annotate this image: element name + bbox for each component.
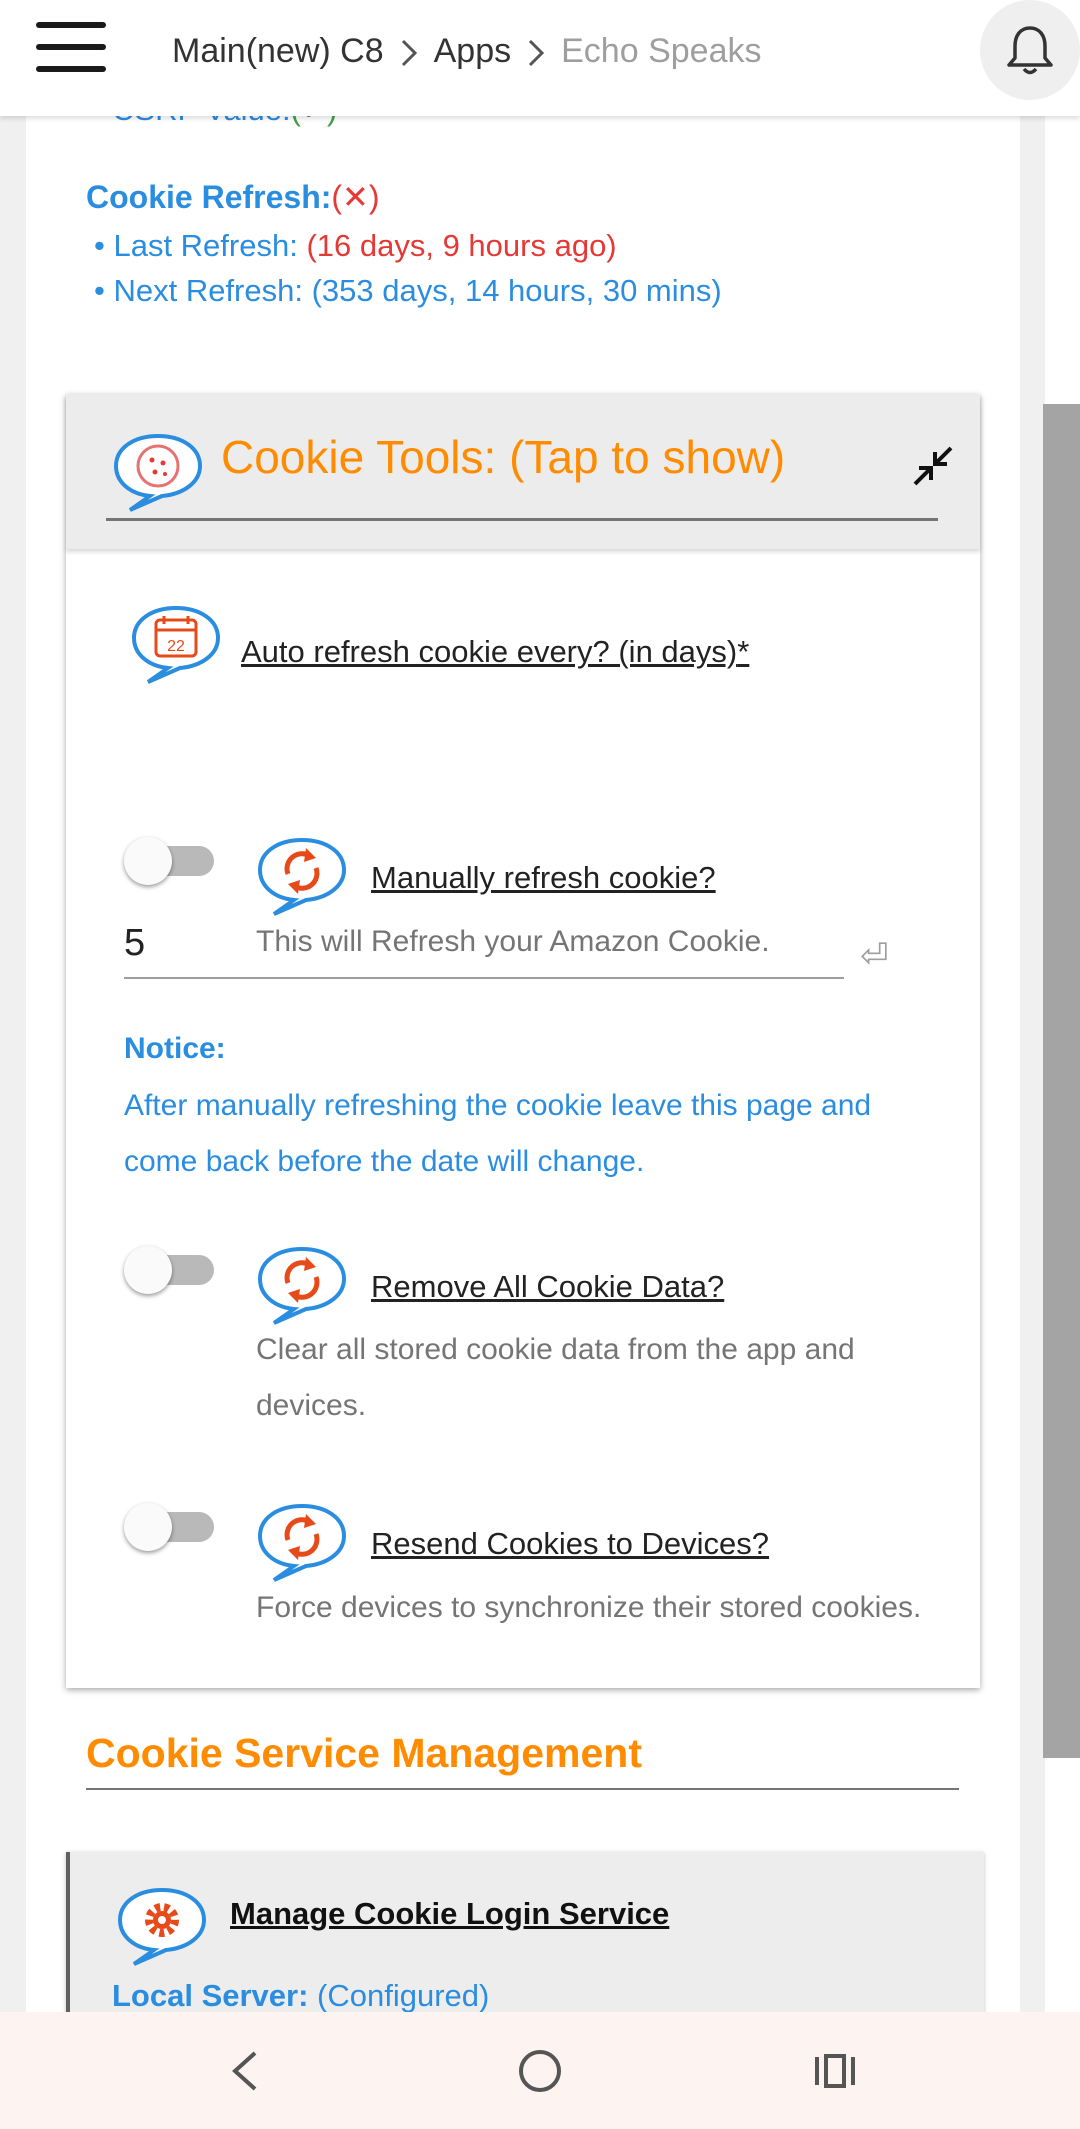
last-refresh-line: • Last Refresh: (16 days, 9 hours ago)	[94, 228, 617, 263]
breadcrumb-item-hub[interactable]: Main(new) C8	[172, 32, 384, 71]
scrollbar-thumb[interactable]	[1043, 404, 1080, 1758]
svg-text:22: 22	[167, 638, 185, 655]
refresh-icon	[257, 1503, 347, 1582]
breadcrumb-item-apps[interactable]: Apps	[434, 32, 512, 71]
manage-login-service-link[interactable]: Manage Cookie Login Service	[230, 1896, 669, 1932]
manual-refresh-description: This will Refresh your Amazon Cookie.	[256, 925, 770, 958]
remove-all-cookies-description: Clear all stored cookie data from the ap…	[256, 1333, 855, 1422]
error-status: (✕)	[331, 179, 380, 215]
recents-button[interactable]	[790, 2012, 880, 2129]
manage-login-service-card[interactable]: Manage Cookie Login Service Local Server…	[66, 1852, 984, 2012]
page-content[interactable]: CSRF Value:(✓) Cookie Refresh:(✕) • Last…	[26, 116, 1020, 2012]
app-header: Main(new) C8 Apps Echo Speaks	[0, 0, 1080, 116]
cookie-tools-card: Cookie Tools: (Tap to show) 22 Auto refr…	[66, 394, 980, 1688]
system-navigation-bar	[0, 2012, 1080, 2129]
home-icon	[519, 2049, 561, 2092]
refresh-icon	[257, 837, 347, 916]
cookie-refresh-heading: Cookie Refresh:(✕)	[86, 179, 380, 215]
back-icon	[232, 2051, 257, 2090]
csrf-status: CSRF Value:(✓)	[112, 116, 337, 128]
chevron-right-icon	[384, 32, 434, 71]
cookie-tools-header[interactable]: Cookie Tools: (Tap to show)	[66, 394, 980, 549]
chevron-right-icon	[511, 32, 561, 71]
enter-icon: ⏎	[860, 937, 889, 975]
resend-cookies-toggle[interactable]	[124, 1500, 216, 1551]
resend-cookies-description: Force devices to synchronize their store…	[256, 1591, 922, 1624]
section-title-cookie-service: Cookie Service Management	[86, 1730, 642, 1776]
resend-cookies-label[interactable]: Resend Cookies to Devices?	[371, 1526, 769, 1562]
home-button[interactable]	[495, 2012, 585, 2129]
notifications-button[interactable]	[980, 0, 1080, 100]
breadcrumb-item-current: Echo Speaks	[561, 31, 762, 70]
manual-refresh-label[interactable]: Manually refresh cookie?	[371, 860, 716, 896]
refresh-icon	[257, 1246, 347, 1325]
section-divider	[86, 1788, 959, 1790]
gear-icon	[117, 1887, 207, 1966]
back-button[interactable]	[200, 2012, 290, 2129]
hamburger-icon[interactable]	[36, 22, 106, 72]
manual-refresh-toggle[interactable]	[124, 834, 216, 885]
notice-body: After manually refreshing the cookie lea…	[124, 1089, 872, 1178]
remove-all-cookies-label[interactable]: Remove All Cookie Data?	[371, 1269, 724, 1305]
auto-refresh-label[interactable]: Auto refresh cookie every? (in days)*	[241, 634, 749, 670]
cookie-icon	[113, 433, 203, 512]
calendar-icon: 22	[131, 605, 221, 684]
header-divider	[106, 518, 938, 521]
local-server-status: Local Server: (Configured)	[112, 1978, 490, 2012]
bell-icon	[1007, 26, 1053, 75]
collapse-icon[interactable]	[911, 444, 955, 488]
notice-title: Notice:	[124, 1032, 226, 1065]
cookie-tools-title[interactable]: Cookie Tools: (Tap to show)	[221, 430, 785, 484]
next-refresh-line: • Next Refresh: (353 days, 14 hours, 30 …	[94, 273, 722, 308]
breadcrumb: Main(new) C8 Apps Echo Speaks	[172, 26, 761, 76]
remove-all-cookies-toggle[interactable]	[124, 1243, 216, 1294]
recents-icon	[815, 2053, 855, 2088]
